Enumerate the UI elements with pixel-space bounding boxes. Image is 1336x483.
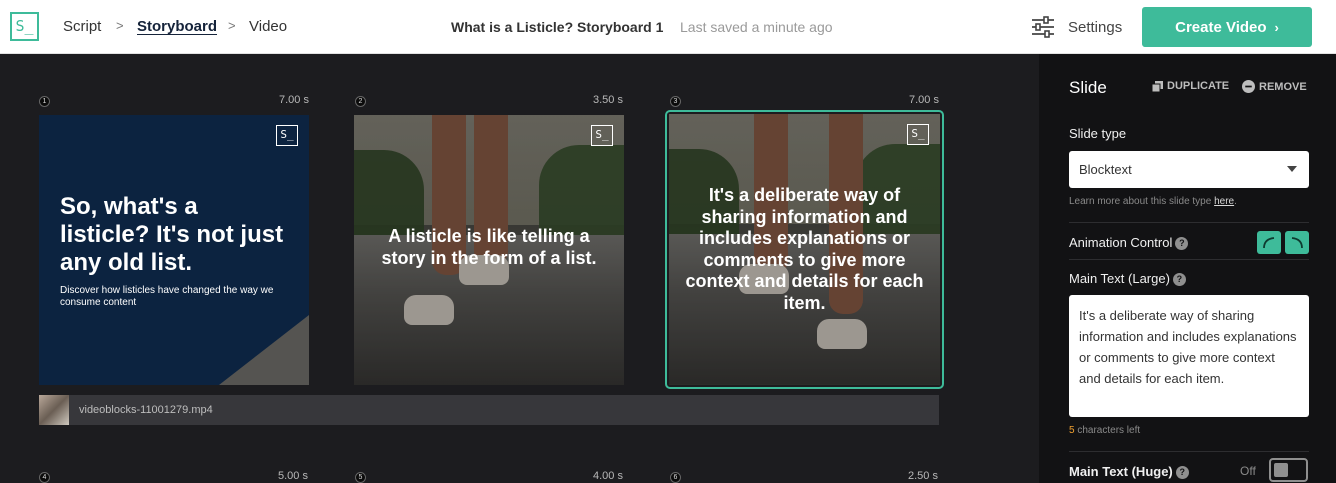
slide-thumbnail-1[interactable]: S_ So, what's a listicle? It's not just …	[39, 115, 309, 385]
chevron-right-icon: >	[228, 18, 236, 33]
slide-text: A listicle is like telling a story in th…	[381, 226, 597, 268]
video-clip-filename: videoblocks-11001279.mp4	[79, 404, 213, 416]
duplicate-button[interactable]: DUPLICATE	[1152, 80, 1229, 92]
main-text-large-input[interactable]: It's a deliberate way of sharing informa…	[1069, 295, 1309, 417]
brand-watermark: S_	[276, 125, 298, 146]
nav-step-storyboard[interactable]: Storyboard	[137, 18, 217, 35]
duplicate-icon	[1152, 80, 1163, 92]
chevron-right-icon: ›	[1274, 19, 1279, 35]
main-text-large-text: Main Text (Large)	[1069, 271, 1170, 286]
characters-left-counter: 5 characters left	[1069, 425, 1140, 436]
video-clip-track[interactable]: videoblocks-11001279.mp4	[39, 395, 939, 425]
caret-down-icon	[1287, 166, 1297, 172]
sliders-icon	[1032, 16, 1054, 38]
slide-duration: 2.50 s	[908, 470, 938, 482]
hint-text: Learn more about this slide type	[1069, 196, 1215, 207]
main-text-huge-label: Main Text (Huge)?	[1069, 464, 1189, 479]
characters-left-text: characters left	[1074, 425, 1141, 436]
slide-duration: 7.00 s	[909, 94, 939, 106]
settings-label: Settings	[1068, 18, 1123, 36]
divider	[1069, 451, 1309, 452]
ease-in-icon	[1263, 237, 1275, 249]
slide-number-badge: 5	[355, 472, 366, 483]
brand-watermark: S_	[907, 124, 929, 145]
ease-out-icon	[1291, 237, 1303, 249]
slide-thumbnail-2[interactable]: S_ A listicle is like telling a story in…	[354, 115, 624, 385]
video-clip-thumbnail	[39, 395, 69, 425]
document-title[interactable]: What is a Listicle? Storyboard 1	[451, 19, 663, 35]
duplicate-label: DUPLICATE	[1167, 80, 1230, 92]
panel-title: Slide	[1069, 78, 1107, 97]
nav-step-script[interactable]: Script	[63, 18, 101, 35]
help-icon[interactable]: ?	[1175, 466, 1189, 479]
slide-type-value: Blocktext	[1079, 162, 1132, 177]
remove-label: REMOVE	[1259, 80, 1307, 93]
create-video-button[interactable]: Create Video ›	[1142, 7, 1312, 47]
slide-subtext: Discover how listicles have changed the …	[60, 285, 274, 308]
toggle-state-label: Off	[1240, 464, 1256, 478]
nav-step-video[interactable]: Video	[249, 18, 287, 35]
create-video-label: Create Video	[1175, 18, 1267, 36]
remove-icon	[1242, 80, 1255, 93]
slide-type-label: Slide type	[1069, 126, 1127, 141]
slide-duration: 3.50 s	[593, 94, 623, 106]
save-status: Last saved a minute ago	[680, 19, 833, 35]
chevron-right-icon: >	[116, 18, 124, 33]
slide-duration: 4.00 s	[593, 470, 623, 482]
app-logo[interactable]: S_	[10, 12, 39, 41]
slide-number-badge: 4	[39, 472, 50, 483]
slide-headline: So, what's a listicle? It's not just any…	[60, 193, 284, 276]
animation-control-label: Animation Control?	[1069, 235, 1189, 250]
slide-type-hint: Learn more about this slide type here.	[1069, 196, 1237, 207]
photo-corner-decoration	[219, 315, 309, 385]
slide-thumbnail-3[interactable]: S_ It's a deliberate way of sharing info…	[669, 114, 940, 385]
help-icon[interactable]: ?	[1175, 237, 1189, 250]
settings-button[interactable]: Settings	[1031, 14, 1122, 40]
learn-more-link[interactable]: here	[1214, 196, 1234, 207]
hint-suffix: .	[1234, 196, 1237, 207]
main-text-huge-toggle[interactable]	[1269, 458, 1308, 482]
slide-duration: 5.00 s	[278, 470, 308, 482]
divider	[1069, 259, 1309, 260]
divider	[1069, 222, 1309, 223]
slide-text: It's a deliberate way of sharing informa…	[685, 185, 924, 313]
slide-number-badge: 3	[670, 96, 681, 107]
slide-duration: 7.00 s	[279, 94, 309, 106]
slide-number-badge: 2	[355, 96, 366, 107]
top-bar: S_ Script > Storyboard > Video What is a…	[0, 0, 1336, 54]
slide-number-badge: 1	[39, 96, 50, 107]
slide-type-select[interactable]: Blocktext	[1069, 151, 1309, 188]
animation-in-button[interactable]	[1257, 231, 1281, 254]
slide-number-badge: 6	[670, 472, 681, 483]
storyboard-canvas: 1 7.00 s S_ So, what's a listicle? It's …	[0, 54, 1039, 483]
main-text-huge-text: Main Text (Huge)	[1069, 464, 1173, 479]
help-icon[interactable]: ?	[1172, 273, 1186, 286]
animation-out-button[interactable]	[1285, 231, 1309, 254]
brand-watermark: S_	[591, 125, 613, 146]
toggle-knob	[1274, 463, 1288, 477]
main-text-large-label: Main Text (Large)?	[1069, 271, 1186, 286]
animation-control-text: Animation Control	[1069, 235, 1173, 250]
remove-button[interactable]: REMOVE	[1242, 80, 1307, 93]
slide-properties-panel: Slide DUPLICATE REMOVE Slide type Blockt…	[1039, 54, 1336, 483]
